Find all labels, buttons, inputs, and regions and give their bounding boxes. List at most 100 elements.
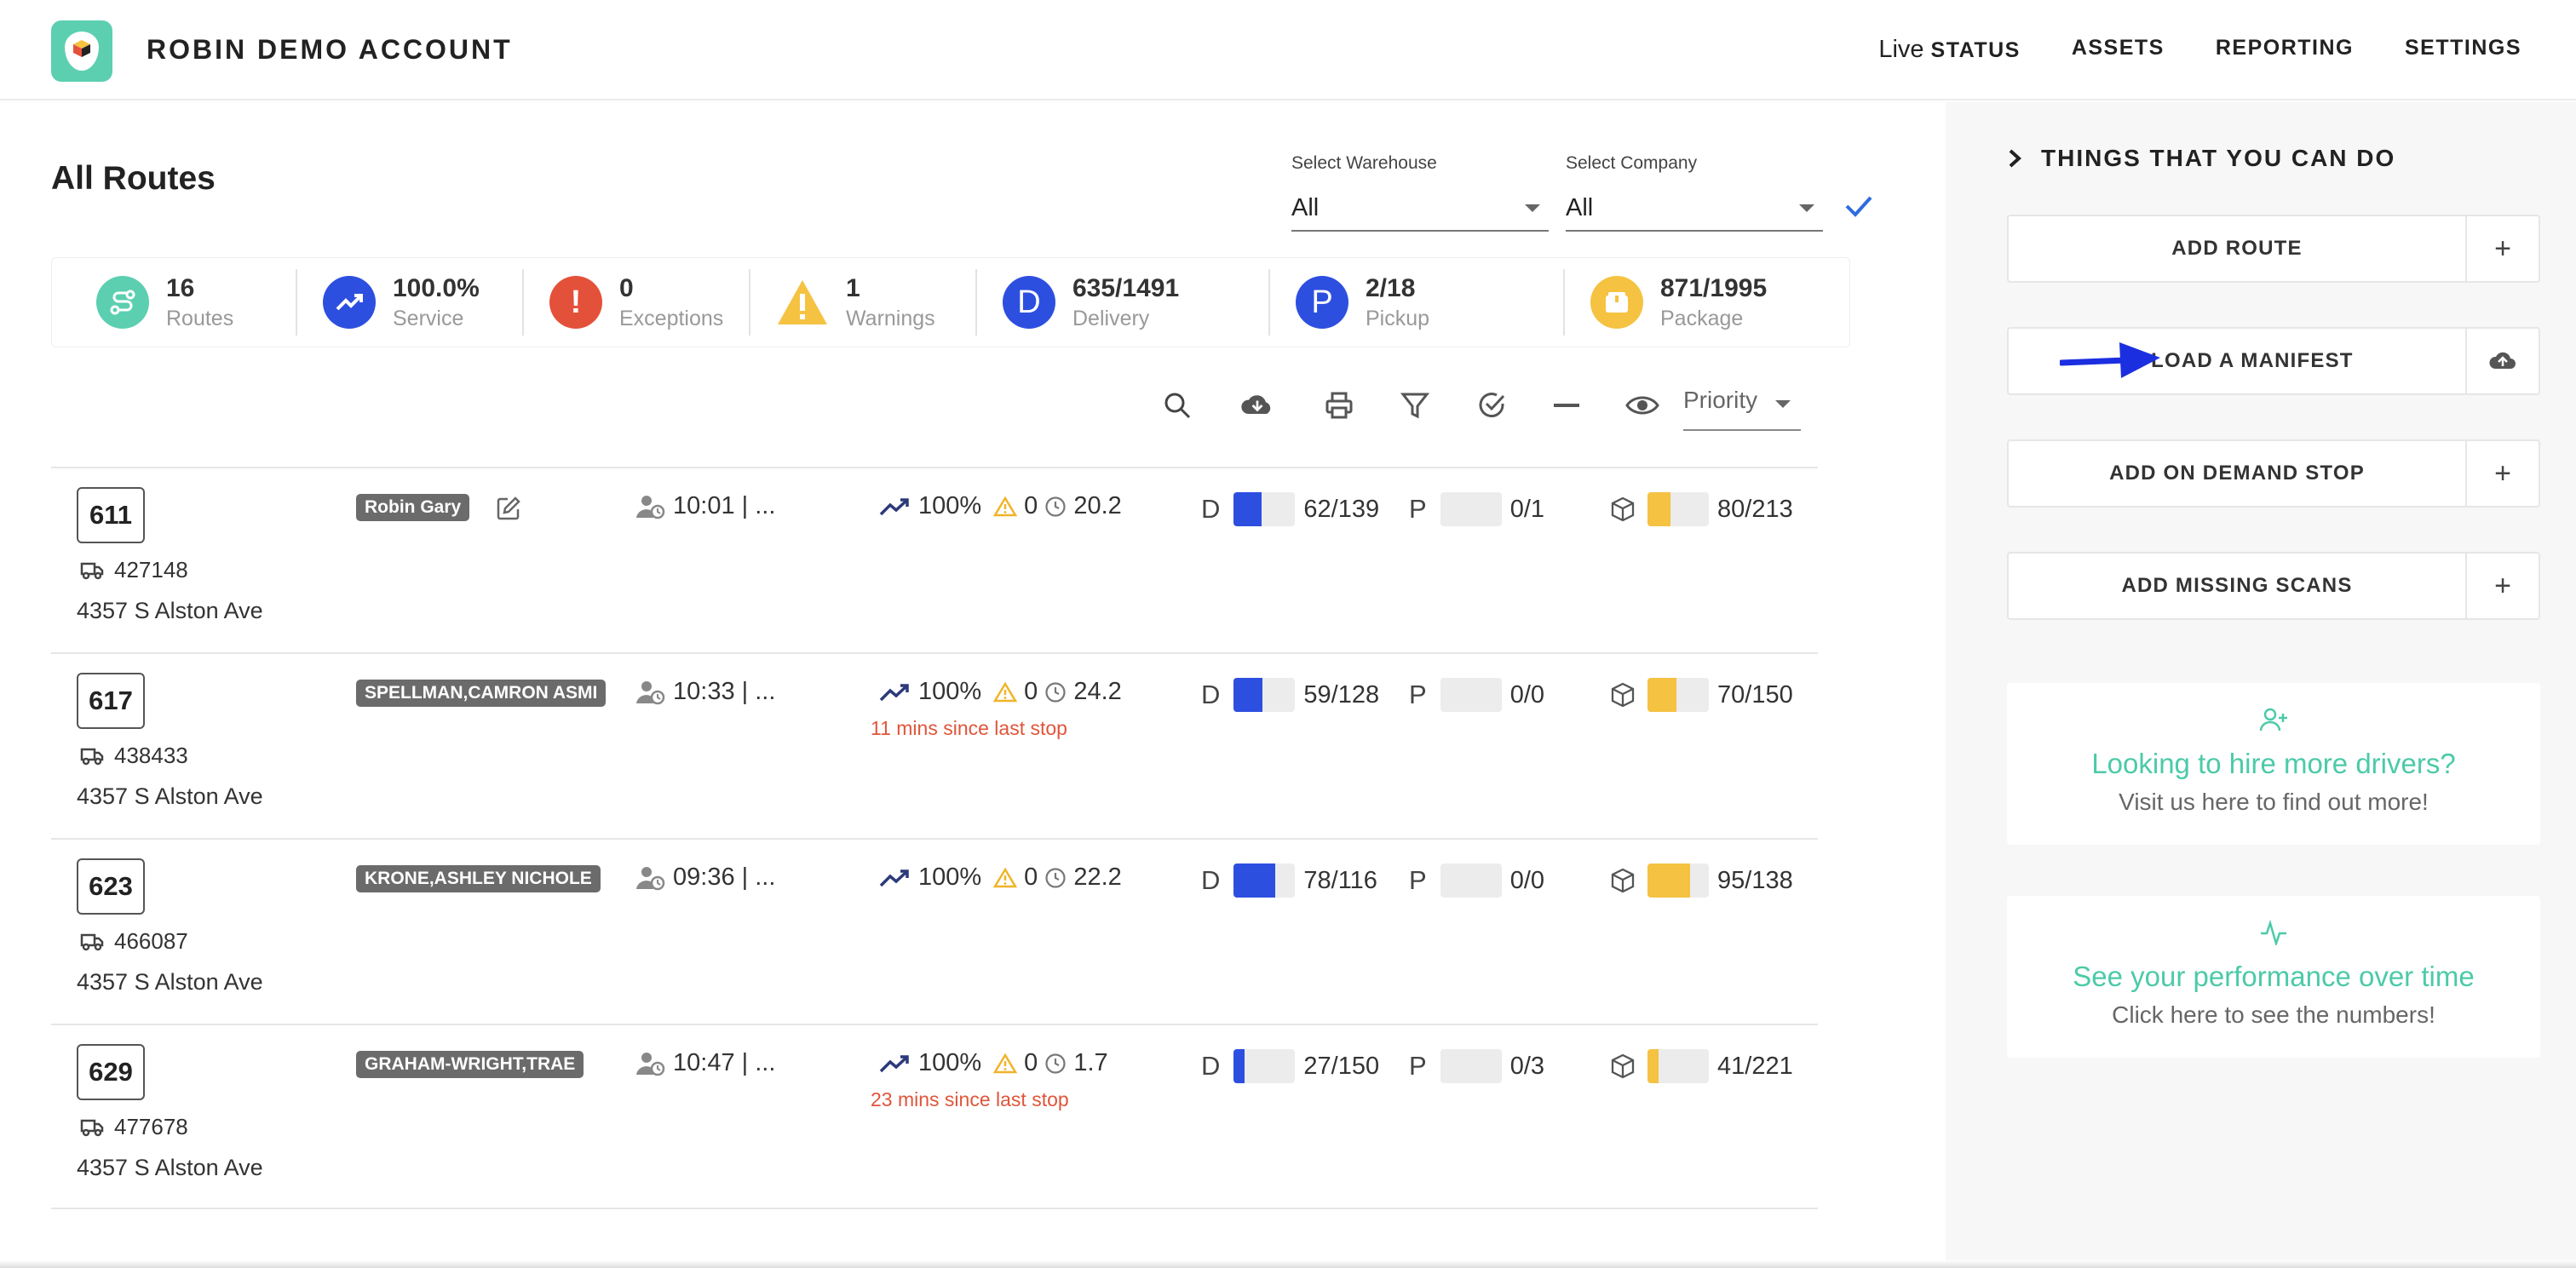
delivery-letter: D [1201, 865, 1221, 895]
eye-icon[interactable] [1625, 388, 1659, 422]
route-address: 4357 S Alston Ave [77, 1155, 263, 1180]
route-hours: 1.7 [1073, 1049, 1108, 1076]
vehicle-info: 477678 [80, 1114, 188, 1140]
warehouse-select[interactable]: Select Warehouse All [1291, 153, 1549, 232]
truck-icon [80, 933, 104, 950]
panel-header[interactable]: THINGS THAT YOU CAN DO [2007, 145, 2395, 172]
pickup-count: 0/3 [1509, 1052, 1545, 1080]
start-time: 10:33 | ... [635, 678, 775, 706]
delivery-letter: D [1201, 494, 1221, 524]
delivery-progress-bar [1233, 1049, 1296, 1083]
pickup-progress-bar [1440, 678, 1502, 712]
action-label: ADD ROUTE [2009, 216, 2467, 281]
company-select[interactable]: Select Company All [1566, 153, 1823, 232]
summary-stats-bar: 16 Routes 100.0% Service ! 0 Exceptions 1 Wa… [51, 257, 1850, 347]
filter-icon[interactable] [1398, 388, 1432, 422]
truck-icon [80, 1119, 104, 1136]
pickup-progress: P 0/0 [1409, 678, 1544, 712]
package-icon [1590, 276, 1643, 329]
performance-card[interactable]: See your performance over time Click her… [2007, 896, 2540, 1058]
stat-label: Pickup [1366, 306, 1430, 330]
company-select-value[interactable]: All [1566, 189, 1823, 232]
edit-icon[interactable] [496, 496, 521, 521]
stat-pickup[interactable]: P 2/18 Pickup [1270, 269, 1565, 336]
priority-sort-select[interactable]: Priority [1683, 387, 1801, 431]
package-progress-bar [1647, 492, 1709, 526]
main-nav: Live STATUS ASSETS REPORTING SETTINGS [1878, 36, 2521, 64]
package-progress-fill [1647, 864, 1690, 898]
warehouse-value: All [1291, 194, 1320, 221]
print-icon[interactable] [1322, 388, 1356, 422]
apply-filter-check-icon[interactable] [1842, 189, 1876, 223]
stat-exceptions[interactable]: ! 0 Exceptions [524, 269, 750, 336]
driver-clock-icon [636, 866, 665, 890]
warning-icon [776, 276, 829, 329]
exclamation-icon: ! [549, 276, 602, 329]
add-route-button[interactable]: ADD ROUTE + [2007, 215, 2540, 283]
app-logo[interactable] [51, 20, 112, 82]
cloud-download-icon[interactable] [1240, 388, 1274, 422]
nav-settings[interactable]: SETTINGS [2405, 36, 2521, 64]
vehicle-id: 438433 [114, 743, 188, 768]
warehouse-select-value[interactable]: All [1291, 189, 1549, 232]
vehicle-info: 427148 [80, 557, 188, 583]
package-progress: 41/221 [1610, 1049, 1793, 1083]
vehicle-id: 427148 [114, 557, 188, 582]
hire-drivers-card[interactable]: Looking to hire more drivers? Visit us h… [2007, 683, 2540, 845]
delivery-progress-bar [1233, 492, 1296, 526]
nav-reporting[interactable]: REPORTING [2216, 36, 2354, 64]
check-circle-icon[interactable] [1475, 388, 1509, 422]
pickup-count: 0/0 [1509, 680, 1545, 709]
stat-package[interactable]: 871/1995 Package [1565, 269, 1837, 336]
delivery-letter: D [1201, 1051, 1221, 1081]
nav-assets[interactable]: ASSETS [2072, 36, 2165, 64]
start-time-value: 10:47 | ... [673, 1049, 776, 1076]
driver-name-tag[interactable]: GRAHAM-WRIGHT,TRAE [356, 1051, 584, 1078]
action-label: ADD ON DEMAND STOP [2009, 441, 2467, 506]
stat-value: 16 [166, 273, 195, 302]
search-icon[interactable] [1160, 388, 1194, 422]
actions-side-panel: THINGS THAT YOU CAN DO ADD ROUTE + UPLOA… [1946, 102, 2576, 1268]
warning-icon [993, 496, 1018, 516]
route-number[interactable]: 617 [77, 673, 145, 729]
driver-name-tag[interactable]: SPELLMAN,CAMRON ASMI [356, 680, 607, 707]
pickup-progress-bar [1440, 1049, 1502, 1083]
pickup-count: 0/1 [1509, 495, 1545, 523]
route-row[interactable]: 611 427148 4357 S Alston Ave Robin Gary … [51, 467, 1818, 652]
page-title: All Routes [51, 160, 216, 197]
driver-name-tag[interactable]: KRONE,ASHLEY NICHOLE [356, 865, 601, 892]
pickup-progress: P 0/1 [1409, 492, 1544, 526]
collapse-minus-icon[interactable] [1550, 388, 1584, 422]
stat-label: Warnings [846, 306, 935, 330]
route-address: 4357 S Alston Ave [77, 783, 263, 809]
stat-warnings[interactable]: 1 Warnings [750, 269, 977, 336]
stat-delivery[interactable]: D 635/1491 Delivery [977, 269, 1270, 336]
trending-up-icon [879, 1054, 909, 1072]
stat-service[interactable]: 100.0% Service [297, 269, 524, 336]
warning-icon [993, 681, 1018, 702]
add-missing-scans-button[interactable]: ADD MISSING SCANS + [2007, 552, 2540, 620]
driver-name-tag[interactable]: Robin Gary [356, 494, 470, 521]
route-number[interactable]: 629 [77, 1044, 145, 1100]
nav-live-status[interactable]: Live STATUS [1878, 36, 2021, 64]
warning-count: 0 [1024, 864, 1038, 891]
route-address: 4357 S Alston Ave [77, 598, 263, 623]
package-icon [1611, 1053, 1635, 1079]
delivery-progress: D 59/128 [1201, 678, 1379, 712]
route-number[interactable]: 623 [77, 858, 145, 915]
delivery-count: 78/116 [1303, 866, 1377, 894]
route-row[interactable]: 617 438433 4357 S Alston Ave SPELLMAN,CA… [51, 652, 1818, 838]
trending-up-icon [879, 497, 909, 515]
route-row[interactable]: 623 466087 4357 S Alston Ave KRONE,ASHLE… [51, 838, 1818, 1024]
chevron-right-icon [2009, 149, 2021, 168]
route-number[interactable]: 611 [77, 487, 145, 543]
delivery-count: 62/139 [1303, 495, 1380, 523]
delivery-count: 59/128 [1303, 680, 1380, 709]
priority-value: Priority [1683, 387, 1758, 413]
add-on-demand-stop-button[interactable]: ADD ON DEMAND STOP + [2007, 439, 2540, 508]
stat-routes[interactable]: 16 Routes [52, 269, 297, 336]
stat-value: 2/18 [1366, 273, 1416, 302]
stat-label: Service [393, 306, 464, 330]
clock-icon [1045, 496, 1066, 517]
route-row[interactable]: 629 477678 4357 S Alston Ave GRAHAM-WRIG… [51, 1024, 1818, 1209]
